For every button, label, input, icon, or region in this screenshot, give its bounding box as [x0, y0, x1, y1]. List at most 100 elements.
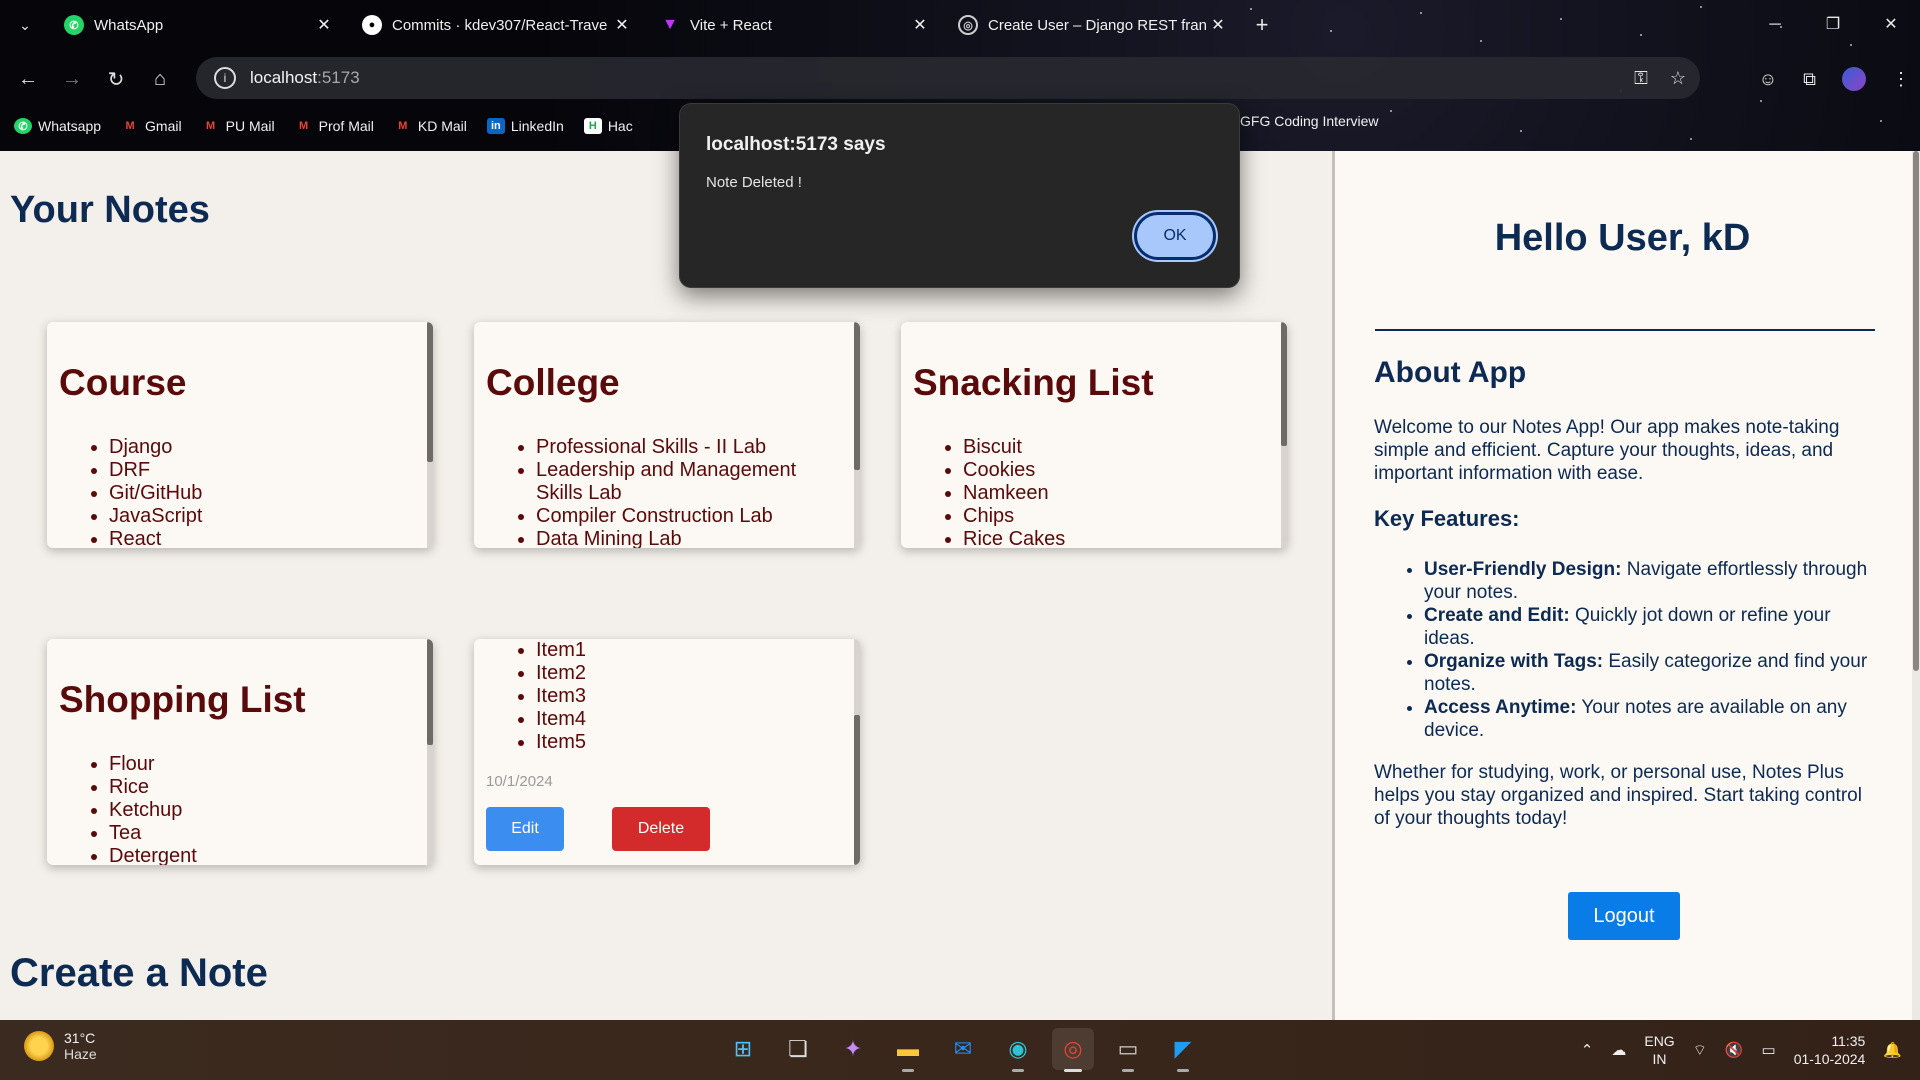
- restore-icon[interactable]: ❐: [1804, 0, 1862, 50]
- note-card[interactable]: Shopping List Flour Rice Ketchup Tea Det…: [47, 639, 433, 865]
- list-item: JavaScript: [109, 505, 409, 528]
- outlook-icon[interactable]: ✉: [942, 1028, 984, 1070]
- list-item: Item1: [536, 639, 836, 662]
- menu-kebab-icon[interactable]: ⋮: [1892, 69, 1910, 90]
- greeting: Hello User, kD: [1494, 217, 1751, 259]
- site-info-icon[interactable]: i: [214, 67, 236, 89]
- linkedin-icon: in: [486, 118, 505, 134]
- note-card[interactable]: Course Django DRF Git/GitHub JavaScript …: [47, 322, 433, 548]
- minimize-icon[interactable]: ─: [1746, 0, 1804, 50]
- close-icon[interactable]: ✕: [314, 15, 334, 35]
- list-item: Django: [109, 436, 409, 459]
- ok-button[interactable]: OK: [1134, 212, 1216, 260]
- windows-start-icon[interactable]: ⊞: [722, 1028, 764, 1070]
- close-icon[interactable]: ✕: [1208, 15, 1228, 35]
- bookmark-linkedin[interactable]: in LinkedIn: [486, 118, 564, 134]
- list-item: Biscuit: [963, 436, 1263, 459]
- list-item: Namkeen: [963, 482, 1263, 505]
- onedrive-icon[interactable]: ☁: [1611, 1041, 1626, 1059]
- weather-widget[interactable]: 31°C Haze: [24, 1030, 97, 1062]
- sidebar-scrollbar[interactable]: [1912, 151, 1920, 1020]
- list-item: Item2: [536, 662, 836, 685]
- note-title: College: [486, 362, 620, 403]
- delete-button[interactable]: Delete: [612, 807, 710, 851]
- clock[interactable]: 11:35 01-10-2024: [1794, 1032, 1866, 1068]
- feature-item: Create and Edit: Quickly jot down or ref…: [1424, 604, 1874, 650]
- bookmark-gfg[interactable]: GFG Coding Interview: [1240, 113, 1379, 129]
- features-heading: Key Features:: [1374, 506, 1520, 531]
- bookmark-star-icon[interactable]: ☆: [1670, 68, 1686, 89]
- close-icon[interactable]: ✕: [612, 15, 632, 35]
- chevron-up-icon[interactable]: ⌃: [1581, 1041, 1594, 1059]
- close-window-icon[interactable]: ✕: [1862, 0, 1920, 50]
- card-scrollbar[interactable]: [854, 322, 860, 548]
- edit-button[interactable]: Edit: [486, 807, 564, 851]
- note-card[interactable]: Snacking List Biscuit Cookies Namkeen Ch…: [901, 322, 1287, 548]
- note-list: Item1 Item2 Item3 Item4 Item5: [536, 639, 836, 754]
- file-explorer-icon[interactable]: ▬: [887, 1028, 929, 1072]
- card-scrollbar[interactable]: [427, 639, 433, 865]
- bookmark-pu-mail[interactable]: M PU Mail: [202, 118, 275, 134]
- tab-bar: ⌄ ✆ WhatsApp ✕ ● Commits · kdev307/React…: [0, 0, 1920, 50]
- bookmark-prof-mail[interactable]: M Prof Mail: [295, 118, 374, 134]
- back-icon[interactable]: ←: [6, 68, 50, 91]
- language-indicator[interactable]: ENG IN: [1644, 1032, 1674, 1068]
- list-item: Leadership and Management Skills Lab: [536, 459, 836, 505]
- list-item: Item4: [536, 708, 836, 731]
- key-icon[interactable]: ⚿: [1634, 68, 1648, 89]
- note-card[interactable]: College Professional Skills - II Lab Lea…: [474, 322, 860, 548]
- task-view-icon[interactable]: ❏: [777, 1028, 819, 1070]
- bookmark-gmail[interactable]: M Gmail: [121, 118, 181, 134]
- volume-muted-icon[interactable]: 🔇: [1725, 1041, 1744, 1059]
- tab-github-commits[interactable]: ● Commits · kdev307/React-Trave ✕: [348, 0, 646, 50]
- feature-item: Organize with Tags: Easily categorize an…: [1424, 650, 1874, 696]
- extensions-icon[interactable]: ⧉: [1803, 69, 1816, 90]
- tab-create-user[interactable]: ◎ Create User – Django REST fran ✕: [944, 0, 1242, 50]
- bookmark-whatsapp[interactable]: ✆ Whatsapp: [14, 118, 101, 134]
- new-tab-button[interactable]: +: [1242, 12, 1282, 38]
- note-list: Django DRF Git/GitHub JavaScript React: [109, 436, 409, 548]
- card-scrollbar[interactable]: [427, 322, 433, 548]
- bookmarks-bar: ✆ Whatsapp M Gmail M PU Mail M Prof Mail M KD…: [0, 113, 633, 139]
- address-bar[interactable]: i localhost:5173 ⚿ ☆: [196, 57, 1700, 99]
- list-item: React: [109, 528, 409, 548]
- reload-icon[interactable]: ↻: [94, 67, 138, 92]
- wifi-icon[interactable]: ⌔: [1693, 1041, 1707, 1060]
- copilot-icon[interactable]: ✦: [832, 1028, 874, 1070]
- tab-whatsapp[interactable]: ✆ WhatsApp ✕: [50, 0, 348, 50]
- terminal-icon[interactable]: ▭: [1107, 1028, 1149, 1072]
- page-title: Your Notes: [10, 189, 210, 231]
- close-icon[interactable]: ✕: [910, 15, 930, 35]
- windows-taskbar: 31°C Haze ⊞ ❏ ✦ ▬ ✉ ◉ ◎ ▭ ◤ ⌃ ☁ ENG IN ⌔…: [0, 1020, 1920, 1080]
- forward-icon[interactable]: →: [50, 68, 94, 91]
- notification-bell-icon[interactable]: 🔔: [1883, 1041, 1902, 1059]
- tab-vite-react[interactable]: ▼ Vite + React ✕: [646, 0, 944, 50]
- list-item: Item5: [536, 731, 836, 754]
- logout-button[interactable]: Logout: [1568, 892, 1680, 940]
- note-card[interactable]: Item1 Item2 Item3 Item4 Item5 10/1/2024 …: [474, 639, 860, 865]
- vscode-icon[interactable]: ◤: [1162, 1028, 1204, 1072]
- edge-icon[interactable]: ◉: [997, 1028, 1039, 1072]
- gmail-icon: M: [398, 120, 408, 132]
- bookmark-kd-mail[interactable]: M KD Mail: [394, 118, 467, 134]
- create-note-title: Create a Note: [10, 951, 268, 995]
- extension-avatar-icon[interactable]: ☺: [1759, 69, 1777, 90]
- list-item: Tea: [109, 822, 409, 845]
- hackerrank-icon: H: [583, 118, 602, 134]
- card-scrollbar[interactable]: [854, 639, 860, 865]
- profile-avatar[interactable]: [1842, 67, 1866, 91]
- feature-item: User-Friendly Design: Navigate effortles…: [1424, 558, 1874, 604]
- note-date: 10/1/2024: [486, 773, 553, 790]
- chrome-icon[interactable]: ◎: [1052, 1028, 1094, 1072]
- list-item: Git/GitHub: [109, 482, 409, 505]
- tab-search-icon[interactable]: ⌄: [0, 17, 50, 34]
- taskbar-apps: ⊞ ❏ ✦ ▬ ✉ ◉ ◎ ▭ ◤: [722, 1028, 1204, 1072]
- vite-icon: ▼: [662, 16, 678, 33]
- card-scrollbar[interactable]: [1281, 322, 1287, 548]
- note-list: Professional Skills - II Lab Leadership …: [536, 436, 836, 548]
- list-item: Detergent: [109, 845, 409, 865]
- list-item: Professional Skills - II Lab: [536, 436, 836, 459]
- bookmark-hackerrank[interactable]: H Hac: [583, 118, 633, 134]
- home-icon[interactable]: ⌂: [138, 68, 182, 91]
- battery-icon[interactable]: ▭: [1762, 1041, 1776, 1059]
